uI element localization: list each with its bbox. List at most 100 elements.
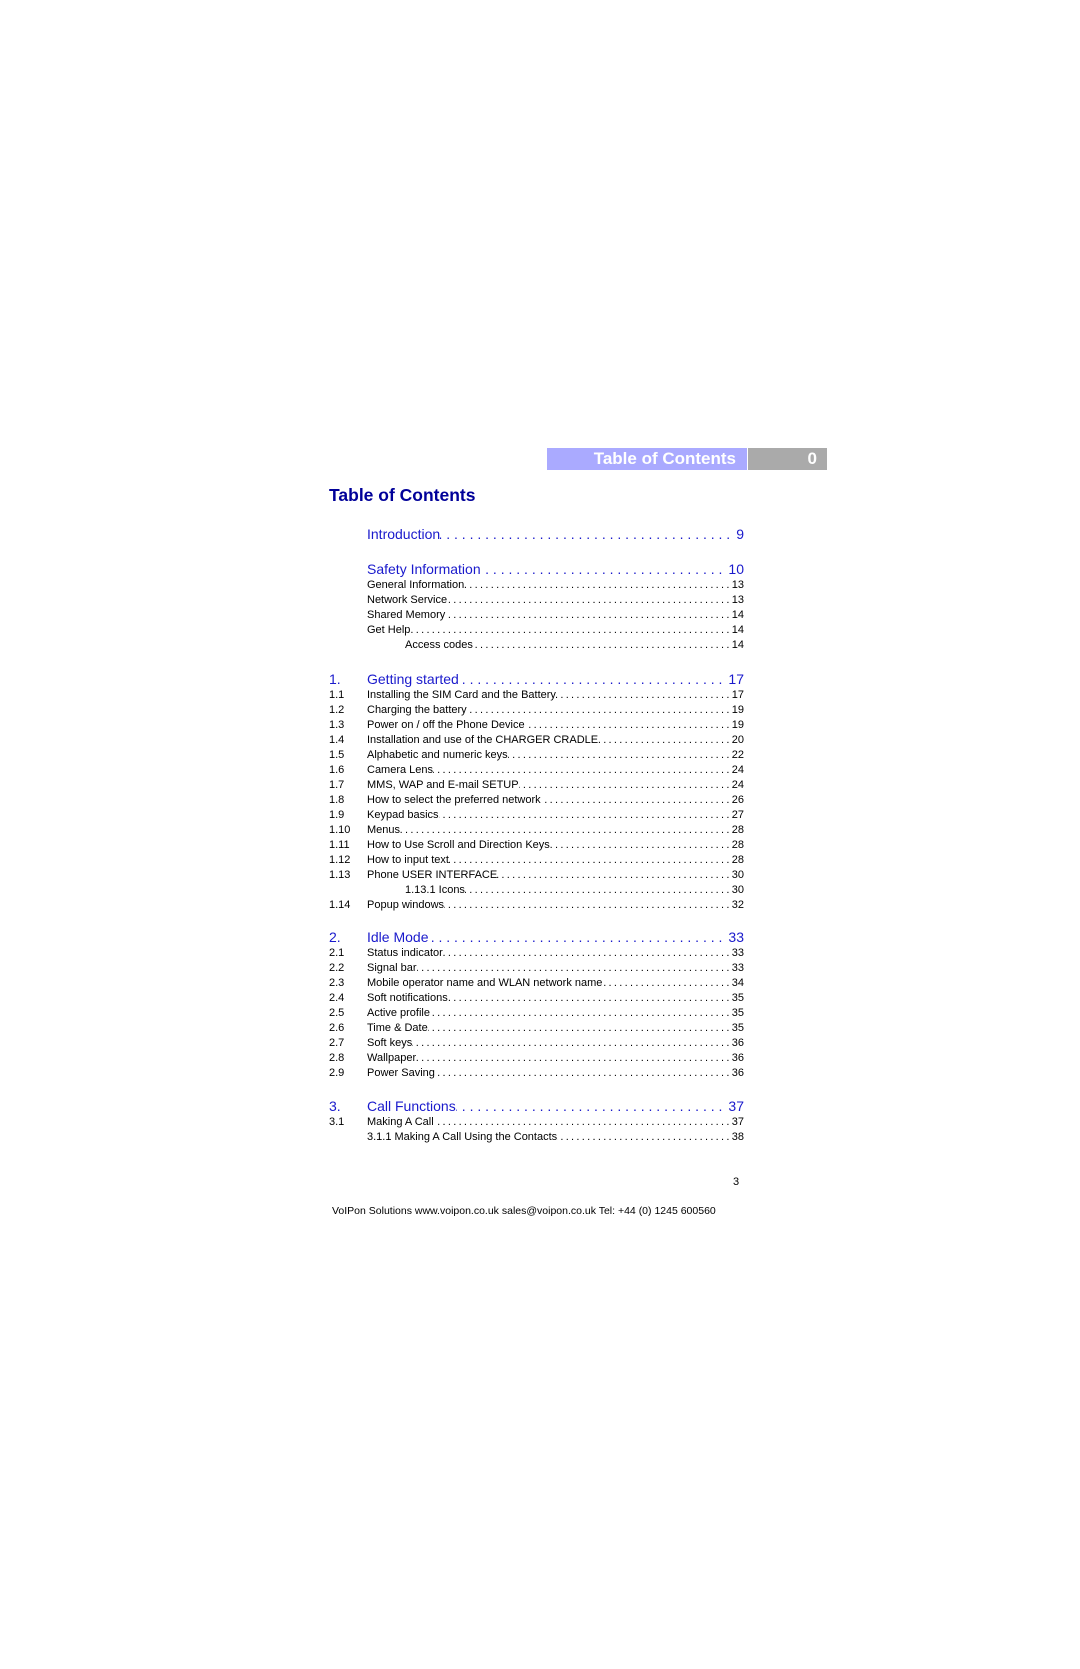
toc-entry-page[interactable]: 28: [732, 854, 744, 866]
toc-entry-page[interactable]: 37: [722, 1098, 744, 1114]
toc-entry-title[interactable]: Menus: [367, 824, 400, 836]
toc-entry-title[interactable]: General Information: [367, 579, 464, 591]
toc-entry-title[interactable]: Charging the battery: [367, 704, 467, 716]
toc-entry-page[interactable]: 28: [732, 839, 744, 851]
toc-entry-title[interactable]: How to select the preferred network: [367, 794, 541, 806]
toc-entry-page[interactable]: 35: [732, 992, 744, 1004]
toc-entry-page[interactable]: 32: [732, 899, 744, 911]
toc-entry-page[interactable]: 19: [732, 704, 744, 716]
toc-entry-title[interactable]: Access codes: [367, 639, 473, 651]
toc-entry-title[interactable]: How to Use Scroll and Direction Keys: [367, 839, 550, 851]
toc-entry-page[interactable]: 24: [732, 779, 744, 791]
toc-entry-page[interactable]: 22: [732, 749, 744, 761]
toc-entry[interactable]: 1.9 Keypad basics 27: [329, 809, 744, 823]
toc-entry[interactable]: 1.10 Menus 28: [329, 824, 744, 838]
toc-entry-page[interactable]: 37: [732, 1116, 744, 1128]
toc-entry-title[interactable]: 1.13.1 Icons: [367, 884, 465, 896]
toc-entry[interactable]: Safety Information 10: [329, 561, 744, 579]
toc-entry[interactable]: 2.6 Time & Date 35: [329, 1022, 744, 1036]
toc-entry[interactable]: 3.1.1 Making A Call Using the Contacts 38: [329, 1131, 744, 1145]
toc-entry-page[interactable]: 33: [732, 947, 744, 959]
toc-entry[interactable]: 3. Call Functions 37: [329, 1098, 744, 1116]
toc-entry-page[interactable]: 30: [732, 884, 744, 896]
toc-entry-page[interactable]: 33: [722, 929, 744, 945]
toc-entry-page[interactable]: 26: [732, 794, 744, 806]
toc-entry[interactable]: 2.8 Wallpaper 36: [329, 1052, 744, 1066]
toc-entry[interactable]: 1.2 Charging the battery 19: [329, 704, 744, 718]
toc-entry[interactable]: 2.5 Active profile 35: [329, 1007, 744, 1021]
toc-entry-title[interactable]: Popup windows: [367, 899, 444, 911]
toc-entry[interactable]: 2.7 Soft keys 36: [329, 1037, 744, 1051]
toc-entry-page[interactable]: 28: [732, 824, 744, 836]
toc-entry-title[interactable]: Soft keys: [367, 1037, 412, 1049]
toc-entry-title[interactable]: Installing the SIM Card and the Battery: [367, 689, 556, 701]
toc-entry[interactable]: 1.3 Power on / off the Phone Device 19: [329, 719, 744, 733]
toc-entry[interactable]: 2.2 Signal bar 33: [329, 962, 744, 976]
toc-entry-page[interactable]: 35: [732, 1022, 744, 1034]
toc-entry-title[interactable]: Keypad basics: [367, 809, 439, 821]
toc-entry-title[interactable]: Network Service: [367, 594, 447, 606]
toc-entry-page[interactable]: 36: [732, 1052, 744, 1064]
toc-entry-page[interactable]: 14: [732, 609, 744, 621]
toc-entry[interactable]: 2. Idle Mode 33: [329, 929, 744, 947]
toc-entry-page[interactable]: 36: [732, 1037, 744, 1049]
toc-entry[interactable]: Access codes 14: [329, 639, 744, 653]
toc-entry[interactable]: 1.13.1 Icons 30: [329, 884, 744, 898]
toc-entry[interactable]: 1.14 Popup windows 32: [329, 899, 744, 913]
toc-entry-page[interactable]: 36: [732, 1067, 744, 1079]
toc-entry-title[interactable]: Getting started: [367, 671, 459, 687]
toc-entry[interactable]: 1.5 Alphabetic and numeric keys 22: [329, 749, 744, 763]
toc-entry-title[interactable]: Shared Memory: [367, 609, 445, 621]
toc-entry[interactable]: 3.1 Making A Call 37: [329, 1116, 744, 1130]
toc-entry-title[interactable]: Alphabetic and numeric keys: [367, 749, 508, 761]
toc-entry-page[interactable]: 19: [732, 719, 744, 731]
toc-entry-title[interactable]: Installation and use of the CHARGER CRAD…: [367, 734, 598, 746]
toc-entry[interactable]: 1.8 How to select the preferred network 26: [329, 794, 744, 808]
toc-entry[interactable]: 2.4 Soft notifications 35: [329, 992, 744, 1006]
toc-entry-title[interactable]: MMS, WAP and E-mail SETUP: [367, 779, 519, 791]
toc-entry-title[interactable]: Power on / off the Phone Device: [367, 719, 525, 731]
toc-entry-title[interactable]: Introduction: [367, 526, 440, 542]
toc-entry-title[interactable]: 3.1.1 Making A Call Using the Contacts: [367, 1131, 557, 1143]
toc-entry-page[interactable]: 27: [732, 809, 744, 821]
toc-entry[interactable]: 1.1 Installing the SIM Card and the Batte…: [329, 689, 744, 703]
toc-entry-page[interactable]: 24: [732, 764, 744, 776]
toc-entry[interactable]: 2.3 Mobile operator name and WLAN network…: [329, 977, 744, 991]
toc-entry-title[interactable]: Making A Call: [367, 1116, 434, 1128]
toc-entry[interactable]: 1.12 How to input text 28: [329, 854, 744, 868]
toc-entry-page[interactable]: 35: [732, 1007, 744, 1019]
toc-entry-title[interactable]: Camera Lens: [367, 764, 433, 776]
toc-entry-title[interactable]: Status indicator: [367, 947, 443, 959]
toc-entry-page[interactable]: 17: [722, 671, 744, 687]
toc-entry[interactable]: 1.11 How to Use Scroll and Direction Keys…: [329, 839, 744, 853]
toc-entry[interactable]: 2.9 Power Saving 36: [329, 1067, 744, 1081]
toc-entry-title[interactable]: Soft notifications: [367, 992, 448, 1004]
toc-entry-page[interactable]: 34: [732, 977, 744, 989]
toc-entry-page[interactable]: 13: [732, 579, 744, 591]
toc-entry-page[interactable]: 30: [732, 869, 744, 881]
toc-entry[interactable]: 1.7 MMS, WAP and E-mail SETUP 24: [329, 779, 744, 793]
toc-entry[interactable]: General Information 13: [329, 579, 744, 593]
toc-entry-title[interactable]: Time & Date: [367, 1022, 428, 1034]
toc-entry-page[interactable]: 17: [732, 689, 744, 701]
toc-entry-title[interactable]: Call Functions: [367, 1098, 456, 1114]
toc-entry-title[interactable]: Idle Mode: [367, 929, 428, 945]
toc-entry-page[interactable]: 14: [732, 639, 744, 651]
toc-entry-title[interactable]: Mobile operator name and WLAN network na…: [367, 977, 602, 989]
toc-entry-title[interactable]: Power Saving: [367, 1067, 435, 1079]
toc-entry[interactable]: Network Service 13: [329, 594, 744, 608]
toc-entry-title[interactable]: Get Help: [367, 624, 410, 636]
toc-entry[interactable]: Introduction 9: [329, 526, 744, 544]
toc-entry-page[interactable]: 13: [732, 594, 744, 606]
toc-entry-title[interactable]: Active profile: [367, 1007, 430, 1019]
toc-entry-title[interactable]: Signal bar: [367, 962, 417, 974]
toc-entry[interactable]: Get Help 14: [329, 624, 744, 638]
toc-entry[interactable]: 1. Getting started 17: [329, 671, 744, 689]
toc-entry-page[interactable]: 14: [732, 624, 744, 636]
toc-entry[interactable]: 2.1 Status indicator 33: [329, 947, 744, 961]
toc-entry-page[interactable]: 9: [730, 526, 744, 542]
toc-entry-page[interactable]: 38: [732, 1131, 744, 1143]
toc-entry-page[interactable]: 20: [732, 734, 744, 746]
toc-entry-title[interactable]: Safety Information: [367, 561, 481, 577]
toc-entry[interactable]: Shared Memory 14: [329, 609, 744, 623]
